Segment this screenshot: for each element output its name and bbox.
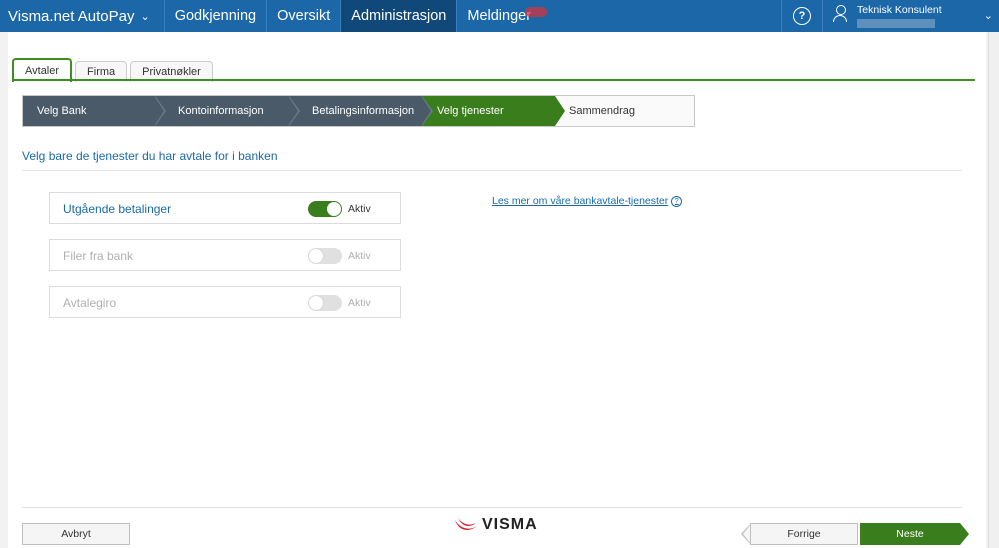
chevron-down-icon: ⌄ (140, 10, 150, 23)
divider (22, 170, 962, 171)
service-row-avtalegiro: Avtalegiro Aktiv (49, 286, 401, 318)
step-label: Kontoinformasjon (178, 105, 264, 117)
link-text: Les mer om våre bankavtale-tjenester (492, 195, 669, 207)
tab-label: Avtaler (25, 65, 60, 77)
vertical-scrollbar[interactable] (988, 32, 999, 548)
service-state: Aktiv (348, 250, 371, 262)
user-name: Teknisk Konsulent (857, 4, 942, 16)
app-title: Visma.net AutoPay (8, 7, 135, 25)
service-state: Aktiv (348, 203, 371, 215)
nav-item-meldinger[interactable]: Meldinger (457, 0, 557, 32)
nav-item-administrasjon[interactable]: Administrasjon (341, 0, 458, 32)
service-toggle[interactable] (308, 295, 342, 311)
previous-button[interactable]: Forrige (750, 523, 858, 545)
service-label: Avtalegiro (63, 296, 117, 310)
wizard-steps: Velg Bank Kontoinformasjon Betalingsinfo… (22, 95, 695, 127)
visma-logo-icon (455, 518, 477, 530)
step-label: Sammendrag (569, 105, 636, 117)
wizard-step-velg-tjenester[interactable]: Velg tjenester (421, 96, 565, 126)
step-label: Velg tjenester (437, 105, 504, 117)
logo-text: VISMA (482, 516, 538, 533)
wizard-step-betalingsinformasjon[interactable]: Betalingsinformasjon (288, 96, 433, 126)
nav-label: Meldinger (467, 8, 532, 24)
wizard-step-kontoinformasjon[interactable]: Kontoinformasjon (154, 96, 300, 126)
service-toggle[interactable] (308, 248, 342, 264)
service-label: Utgående betalinger (63, 202, 172, 216)
user-icon (833, 5, 847, 23)
page-heading: Velg bare de tjenester du har avtale for… (22, 149, 278, 163)
wizard-step-sammendrag[interactable]: Sammendrag (555, 96, 694, 126)
next-button-arrow (960, 523, 969, 545)
cancel-button[interactable]: Avbryt (22, 523, 130, 545)
nav-label: Administrasjon (351, 8, 447, 24)
step-label: Betalingsinformasjon (312, 105, 415, 117)
service-label: Filer fra bank (63, 249, 134, 263)
notification-badge (525, 7, 548, 17)
service-row-filer-fra-bank: Filer fra bank Aktiv (49, 239, 401, 271)
toggle-knob (309, 249, 323, 263)
top-navigation-bar: Visma.net AutoPay ⌄ Godkjenning Oversikt… (0, 0, 999, 32)
wizard-step-velg-bank[interactable]: Velg Bank (23, 96, 166, 126)
toggle-knob (309, 296, 323, 310)
tab-label: Firma (87, 66, 116, 78)
nav-label: Godkjenning (174, 8, 257, 24)
bankavtale-info-link[interactable]: Les mer om våre bankavtale-tjenester ? (492, 195, 683, 207)
content-panel: Avtaler Firma Privatnøkler Velg Bank Kon… (8, 32, 986, 548)
nav-label: Oversikt (277, 8, 331, 24)
app-switcher[interactable]: Visma.net AutoPay ⌄ (0, 0, 165, 32)
service-toggle[interactable] (308, 201, 342, 217)
nav-item-godkjenning[interactable]: Godkjenning (165, 0, 268, 32)
user-subtitle-redacted (857, 19, 935, 28)
footer-divider (22, 507, 962, 508)
chevron-down-icon: ⌄ (983, 10, 993, 22)
question-circle-icon: ? (671, 195, 683, 207)
service-row-utgaende-betalinger: Utgående betalinger Aktiv (49, 192, 401, 224)
help-button[interactable]: ? (781, 0, 822, 32)
tab-label: Privatnøkler (142, 66, 201, 78)
nav-item-oversikt[interactable]: Oversikt (267, 0, 342, 32)
step-label: Velg Bank (37, 105, 87, 117)
toggle-knob (327, 202, 341, 216)
tab-underline (12, 79, 975, 81)
help-icon: ? (793, 7, 811, 25)
user-menu[interactable]: Teknisk Konsulent ⌄ (822, 0, 999, 32)
next-button[interactable]: Neste (860, 523, 960, 545)
service-state: Aktiv (348, 297, 371, 309)
visma-logo: VISMA (454, 516, 538, 534)
